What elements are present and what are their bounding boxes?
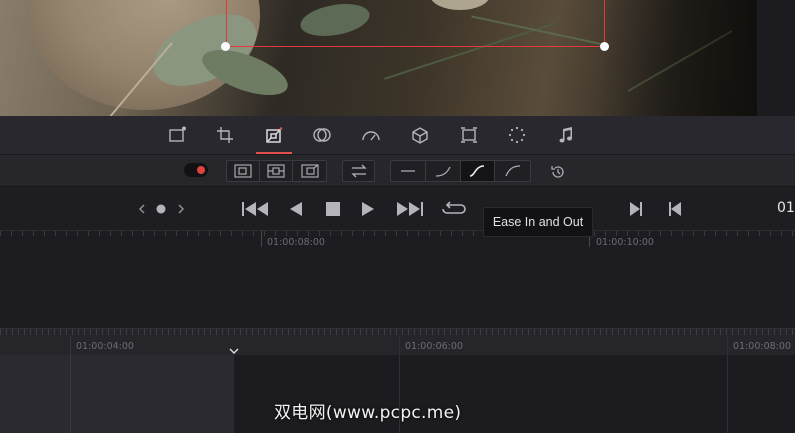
next-clip-button[interactable] [627,198,645,220]
ease-button-group [390,160,531,182]
frame-center-icon [267,164,285,178]
keyframe-dot-icon [156,204,166,214]
composite-icon [313,128,331,142]
skip-to-start-icon [242,202,268,216]
tab-transform[interactable] [165,124,189,146]
viewer [0,0,795,116]
timecode-label: 01:00:08:00 [733,341,791,352]
tab-crop[interactable] [213,124,237,146]
previous-clip-button[interactable] [666,198,684,220]
watermark-text: 双电网(www.pcpc.me) [274,403,462,423]
mini-timeline[interactable]: 01:00:08:00 01:00:10:00 [0,231,795,328]
stop-button[interactable] [322,198,344,220]
ease-in-button[interactable] [426,161,461,181]
next-keyframe-button[interactable] [174,198,188,220]
frame-end-icon [300,164,319,178]
chevron-right-icon [178,204,185,214]
timecode-label: 01:00:06:00 [405,341,463,352]
crop-icon [217,127,233,143]
keyframe-options-bar [0,155,795,187]
tab-composite[interactable] [310,124,334,146]
ease-in-out-curve-icon [470,165,485,177]
zoom-region-handle-bottom-right[interactable] [600,42,609,51]
loop-button[interactable] [440,198,468,220]
add-keyframe-button[interactable] [153,198,169,220]
tab-lens-correction[interactable] [457,124,481,146]
playhead-marker-icon[interactable] [229,347,239,358]
swap-button[interactable] [343,161,374,181]
play-button[interactable] [358,198,378,220]
step-back-icon [669,202,681,216]
frame-start-icon [234,164,252,178]
dynamic-zoom-icon [266,127,283,143]
position-button-group [226,160,327,182]
ease-in-and-out-button[interactable] [460,161,496,181]
loop-icon [442,201,466,214]
swap-arrows-icon [350,164,367,178]
skip-to-end-icon [397,202,423,216]
tab-audio[interactable] [554,124,578,146]
dynamic-zoom-toggle[interactable] [184,163,208,177]
ease-tooltip: Ease In and Out [483,207,593,237]
reset-keyframe-icon[interactable] [549,164,567,180]
play-reverse-icon [290,202,302,216]
zoom-region-handle-bottom-left[interactable] [221,42,230,51]
lens-correction-icon [461,127,477,143]
ease-out-curve-icon [505,165,520,177]
tab-stabilization[interactable] [408,124,432,146]
timecode-display: 01 [777,200,795,216]
music-note-icon [559,127,573,143]
ease-in-curve-icon [435,166,451,177]
speedometer-icon [362,131,380,141]
ease-out-button[interactable] [495,161,530,181]
play-reverse-button[interactable] [286,198,306,220]
play-icon [362,202,374,216]
linear-curve-icon [400,170,415,172]
zoom-region-box[interactable] [226,0,605,47]
timeline-ruler-upper [0,231,795,249]
tab-speed[interactable] [359,124,383,146]
position-end-button[interactable] [293,161,326,181]
timecode-label: 01:00:04:00 [76,341,134,352]
previous-keyframe-button[interactable] [135,198,149,220]
timecode-label: 01:00:10:00 [596,237,654,248]
chevron-left-icon [138,204,145,214]
timeline-track-region [0,355,234,433]
stabilization-icon [412,127,428,144]
tab-dynamic-zoom[interactable] [256,124,292,154]
position-center-button[interactable] [260,161,293,181]
stop-icon [326,202,340,216]
step-forward-icon [630,202,642,216]
go-to-end-button[interactable] [395,198,425,220]
transport-controls: 01 [0,187,795,231]
transform-icon [169,126,186,142]
position-start-button[interactable] [227,161,260,181]
inspector-tool-tabs [0,116,795,155]
retime-icon [508,126,526,144]
go-to-start-button[interactable] [240,198,270,220]
ease-linear-button[interactable] [391,161,426,181]
timecode-label: 01:00:08:00 [267,237,325,248]
tab-retime[interactable] [505,124,529,146]
swap-button-group [342,160,375,182]
